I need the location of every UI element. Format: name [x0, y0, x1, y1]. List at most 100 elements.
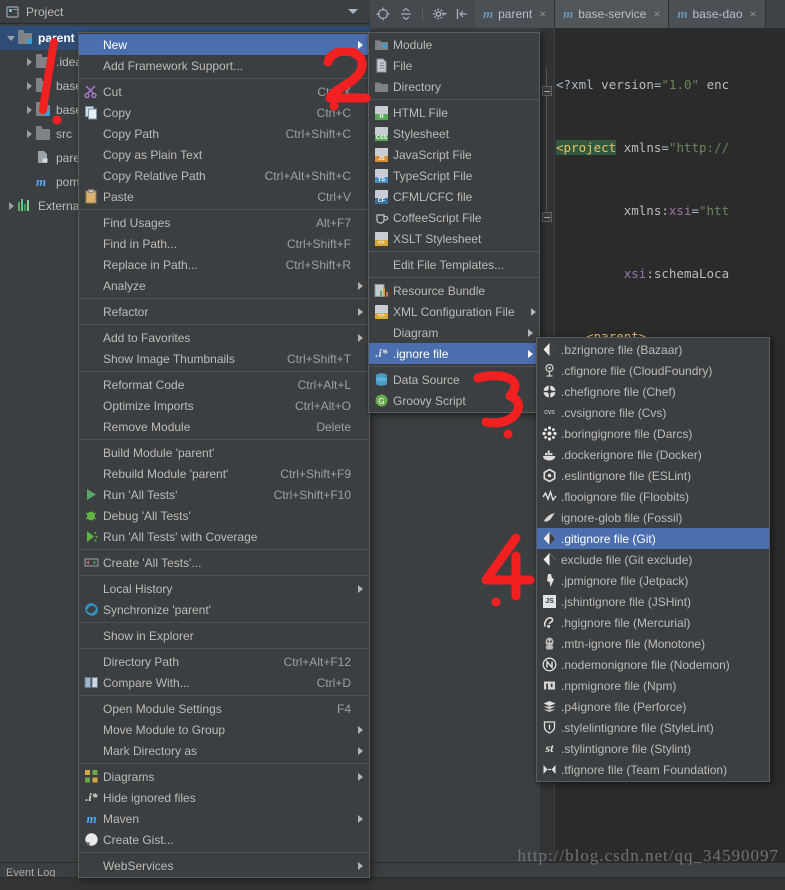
collapse-all-icon[interactable] — [399, 7, 413, 21]
context-menu-item-find-in-path[interactable]: Find in Path... Ctrl+Shift+F — [79, 233, 369, 254]
context-menu-item-webservices[interactable]: WebServices — [79, 855, 369, 876]
context-menu-item-copy-as-plain-text[interactable]: Copy as Plain Text — [79, 144, 369, 165]
tree-twisty[interactable] — [4, 26, 18, 50]
new-submenu-item-xslt-stylesheet[interactable]: <> XSLT Stylesheet — [369, 228, 539, 249]
new-submenu-item-xml-configuration-file[interactable]: <> XML Configuration File — [369, 301, 539, 322]
new-submenu-item-label: Resource Bundle — [393, 283, 486, 298]
hide-toolwindow-icon[interactable] — [455, 7, 469, 21]
context-menu-item-show-in-explorer[interactable]: Show in Explorer — [79, 625, 369, 646]
ignore-submenu-item-eslintignore-file-eslint[interactable]: .eslintignore file (ESLint) — [537, 465, 769, 486]
new-submenu-item-resource-bundle[interactable]: Resource Bundle — [369, 280, 539, 301]
ignore-submenu-item-exclude-file-git-exclude[interactable]: exclude file (Git exclude) — [537, 549, 769, 570]
ignore-submenu-item-cfignore-file-cloudfoundry[interactable]: .cfignore file (CloudFoundry) — [537, 360, 769, 381]
context-menu-item-run-all-tests-with-coverage[interactable]: Run 'All Tests' with Coverage — [79, 526, 369, 547]
new-submenu-item-data-source[interactable]: Data Source — [369, 369, 539, 390]
project-toolwindow-header[interactable]: Project — [0, 0, 370, 24]
context-menu-item-compare-with[interactable]: Compare With... Ctrl+D — [79, 672, 369, 693]
ignore-submenu-item-flooignore-file-floobits[interactable]: .flooignore file (Floobits) — [537, 486, 769, 507]
ignore-submenu-item-dockerignore-file-docker[interactable]: .dockerignore file (Docker) — [537, 444, 769, 465]
new-submenu-item-file[interactable]: File — [369, 55, 539, 76]
context-menu-item-create-all-tests[interactable]: Create 'All Tests'... — [79, 552, 369, 573]
ignore-submenu-item-npmignore-file-npm[interactable]: .npmignore file (Npm) — [537, 675, 769, 696]
context-menu-item-refactor[interactable]: Refactor — [79, 301, 369, 322]
context-menu-item-find-usages[interactable]: Find Usages Alt+F7 — [79, 212, 369, 233]
chevron-right-icon — [355, 307, 365, 316]
context-menu-item-build-module-parent[interactable]: Build Module 'parent' — [79, 442, 369, 463]
new-submenu-item-module[interactable]: Module — [369, 34, 539, 55]
new-submenu-item-diagram[interactable]: Diagram — [369, 322, 539, 343]
new-submenu-item-javascript-file[interactable]: JS JavaScript File — [369, 144, 539, 165]
context-menu-item-new[interactable]: New — [79, 34, 369, 55]
tree-twisty[interactable] — [22, 170, 36, 194]
close-icon[interactable]: × — [750, 7, 757, 21]
context-menu-item-show-image-thumbnails[interactable]: Show Image Thumbnails Ctrl+Shift+T — [79, 348, 369, 369]
chevron-down-icon[interactable] — [348, 9, 358, 14]
ignore-submenu-item-chefignore-file-chef[interactable]: .chefignore file (Chef) — [537, 381, 769, 402]
context-menu-item-copy-relative-path[interactable]: Copy Relative Path Ctrl+Alt+Shift+C — [79, 165, 369, 186]
new-submenu-item-stylesheet[interactable]: CSS Stylesheet — [369, 123, 539, 144]
tree-twisty[interactable] — [22, 50, 36, 74]
context-menu-item-local-history[interactable]: Local History — [79, 578, 369, 599]
new-submenu-item-html-file[interactable]: H HTML File — [369, 102, 539, 123]
context-menu-item-maven[interactable]: m Maven — [79, 808, 369, 829]
context-menu-item-analyze[interactable]: Analyze — [79, 275, 369, 296]
context-menu-item-reformat-code[interactable]: Reformat Code Ctrl+Alt+L — [79, 374, 369, 395]
new-submenu-item-cfml-cfc-file[interactable]: CF CFML/CFC file — [369, 186, 539, 207]
context-menu-item-replace-in-path[interactable]: Replace in Path... Ctrl+Shift+R — [79, 254, 369, 275]
context-menu-item-directory-path[interactable]: Directory Path Ctrl+Alt+F12 — [79, 651, 369, 672]
new-submenu-item-directory[interactable]: Directory — [369, 76, 539, 97]
ignore-submenu-item-ignore-glob-file-fossil[interactable]: ignore-glob file (Fossil) — [537, 507, 769, 528]
context-menu-item-hide-ignored-files[interactable]: .i* Hide ignored files — [79, 787, 369, 808]
tree-twisty[interactable] — [22, 146, 36, 170]
tree-twisty[interactable] — [22, 122, 36, 146]
tree-twisty[interactable] — [22, 74, 36, 98]
close-icon[interactable]: × — [539, 7, 546, 21]
context-menu-item-cut[interactable]: Cut Ctrl+X — [79, 81, 369, 102]
context-menu-item-create-gist[interactable]: Create Gist... — [79, 829, 369, 850]
ignore-submenu-item-boringignore-file-darcs[interactable]: .boringignore file (Darcs) — [537, 423, 769, 444]
gear-icon[interactable] — [432, 7, 447, 21]
context-menu-item-diagrams[interactable]: Diagrams — [79, 766, 369, 787]
ignore-submenu-item-bzrignore-file-bazaar[interactable]: .bzrignore file (Bazaar) — [537, 339, 769, 360]
context-menu-item-rebuild-module-parent[interactable]: Rebuild Module 'parent' Ctrl+Shift+F9 — [79, 463, 369, 484]
ignore-submenu-item-stylintignore-file-stylint[interactable]: st .stylintignore file (Stylint) — [537, 738, 769, 759]
ignore-submenu-item-stylelintignore-file-stylelint[interactable]: .stylelintignore file (StyleLint) — [537, 717, 769, 738]
ignore-submenu-item-gitignore-file-git[interactable]: .gitignore file (Git) — [537, 528, 769, 549]
ignore-submenu-item-jpmignore-file-jetpack[interactable]: .jpmignore file (Jetpack) — [537, 570, 769, 591]
new-submenu-item-groovy-script[interactable]: G Groovy Script — [369, 390, 539, 411]
context-menu-item-remove-module[interactable]: Remove Module Delete — [79, 416, 369, 437]
new-submenu-item-typescript-file[interactable]: TS TypeScript File — [369, 165, 539, 186]
new-submenu-item-ignore-file[interactable]: .i* .ignore file — [369, 343, 539, 364]
ignore-submenu-item-jshintignore-file-jshint[interactable]: JS .jshintignore file (JSHint) — [537, 591, 769, 612]
context-menu-item-add-framework-support[interactable]: Add Framework Support... — [79, 55, 369, 76]
ignore-submenu-item-hgignore-file-mercurial[interactable]: .hgignore file (Mercurial) — [537, 612, 769, 633]
context-menu-item-mark-directory-as[interactable]: Mark Directory as — [79, 740, 369, 761]
context-menu-item-run-all-tests[interactable]: Run 'All Tests' Ctrl+Shift+F10 — [79, 484, 369, 505]
editor-tab-base-dao[interactable]: m base-dao × — [669, 0, 766, 28]
ide-window: Project m parent × m base-service × m base-dao ×… — [0, 0, 785, 890]
locate-icon[interactable] — [376, 7, 390, 21]
close-icon[interactable]: × — [653, 7, 660, 21]
context-menu-item-debug-all-tests[interactable]: Debug 'All Tests' — [79, 505, 369, 526]
context-menu-item-copy[interactable]: Copy Ctrl+C — [79, 102, 369, 123]
context-menu-item-copy-path[interactable]: Copy Path Ctrl+Shift+C — [79, 123, 369, 144]
editor-tab-parent[interactable]: m parent × — [475, 0, 556, 28]
tree-twisty[interactable] — [4, 194, 18, 218]
tree-node-label: parent — [38, 31, 75, 45]
tree-twisty[interactable] — [22, 98, 36, 122]
ignore-submenu-item-p4ignore-file-perforce[interactable]: .p4ignore file (Perforce) — [537, 696, 769, 717]
ignore-submenu-item-nodemonignore-file-nodemon[interactable]: .nodemonignore file (Nodemon) — [537, 654, 769, 675]
ignore-submenu-item-tfignore-file-team-foundation[interactable]: .tfignore file (Team Foundation) — [537, 759, 769, 780]
new-submenu-item-coffeescript-file[interactable]: CoffeeScript File — [369, 207, 539, 228]
ignore-submenu-item-cvsignore-file-cvs[interactable]: cvs .cvsignore file (Cvs) — [537, 402, 769, 423]
context-menu-item-optimize-imports[interactable]: Optimize Imports Ctrl+Alt+O — [79, 395, 369, 416]
folder-icon — [36, 126, 52, 142]
ignore-submenu-item-mtn-ignore-file-monotone[interactable]: .mtn-ignore file (Monotone) — [537, 633, 769, 654]
editor-tab-base-service[interactable]: m base-service × — [555, 0, 670, 28]
context-menu-item-synchronize-parent[interactable]: Synchronize 'parent' — [79, 599, 369, 620]
context-menu-item-move-module-to-group[interactable]: Move Module to Group — [79, 719, 369, 740]
context-menu-item-add-to-favorites[interactable]: Add to Favorites — [79, 327, 369, 348]
context-menu-item-open-module-settings[interactable]: Open Module Settings F4 — [79, 698, 369, 719]
context-menu-item-paste[interactable]: Paste Ctrl+V — [79, 186, 369, 207]
new-submenu-item-edit-file-templates[interactable]: Edit File Templates... — [369, 254, 539, 275]
